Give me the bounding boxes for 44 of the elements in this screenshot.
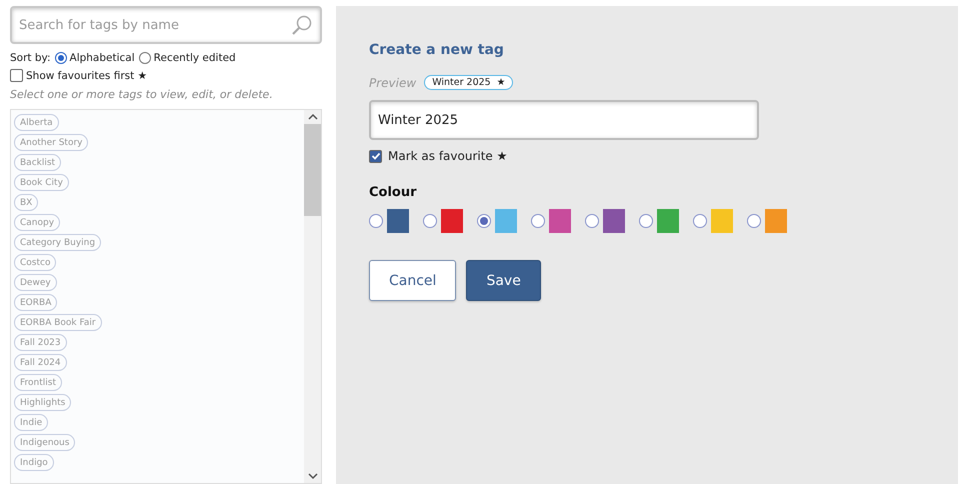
colour-radio[interactable]	[423, 214, 437, 228]
tag-chip[interactable]: BX	[14, 194, 38, 211]
favourites-first-checkbox[interactable]: Show favourites first ★	[10, 69, 147, 82]
tag-chip[interactable]: Alberta	[14, 114, 59, 131]
search-field[interactable]: Search for tags by name	[10, 6, 322, 44]
tag-chip[interactable]: Book City	[14, 174, 69, 191]
save-button[interactable]: Save	[466, 260, 541, 301]
favourite-checkbox[interactable]: Mark as favourite ★	[369, 149, 958, 163]
tag-chip[interactable]: Costco	[14, 254, 56, 271]
sort-option[interactable]: Recently edited	[138, 52, 236, 64]
tag-chip[interactable]: Indie	[14, 414, 48, 431]
cancel-button[interactable]: Cancel	[369, 260, 456, 301]
tag-chip[interactable]: EORBA	[14, 294, 58, 311]
tag-name-field[interactable]: Winter 2025	[369, 100, 759, 140]
tag-chip[interactable]: Frontlist	[14, 374, 62, 391]
tag-chip[interactable]: Backlist	[14, 154, 62, 171]
colour-radio[interactable]	[531, 214, 545, 228]
colour-radio[interactable]	[747, 214, 761, 228]
tag-chip[interactable]: EORBA Book Fair	[14, 314, 102, 331]
tag-chip[interactable]: Fall 2024	[14, 354, 67, 371]
tag-chip[interactable]: Indigenous	[14, 434, 76, 451]
tag-chip[interactable]: Highlights	[14, 394, 72, 411]
scroll-thumb[interactable]	[304, 124, 321, 216]
hint-text: Select one or more tags to view, edit, or delete.	[10, 88, 274, 101]
tag-chip[interactable]: Another Story	[14, 134, 88, 151]
scrollbar[interactable]	[304, 110, 321, 483]
form-title: Create a new tag	[369, 42, 505, 58]
colour-radio[interactable]	[585, 214, 599, 228]
colour-radio[interactable]	[477, 214, 491, 228]
tag-chip[interactable]: Dewey	[14, 274, 57, 291]
checkmark-icon	[370, 151, 380, 161]
tag-chip[interactable]: Canopy	[14, 214, 60, 231]
search-icon	[291, 14, 313, 36]
tag-chip[interactable]: Category Buying	[14, 234, 102, 251]
tag-chip[interactable]: Fall 2023	[14, 334, 67, 351]
sort-label: Sort by:	[10, 52, 51, 64]
tag-chip[interactable]: Indigo	[14, 454, 54, 471]
colour-label: Colour	[369, 185, 418, 200]
colour-radio[interactable]	[693, 214, 707, 228]
colour-radio[interactable]	[639, 214, 653, 228]
preview-label: Preview	[369, 76, 416, 90]
preview-tag: Winter 2025 ★	[424, 75, 514, 90]
sort-option[interactable]: Alphabetical	[54, 52, 135, 64]
colour-radio[interactable]	[369, 214, 383, 228]
